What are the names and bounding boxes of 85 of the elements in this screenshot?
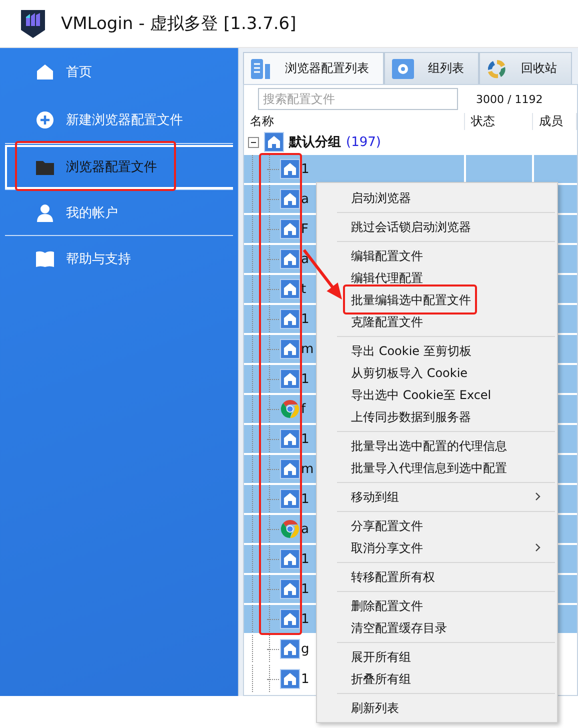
menu-item[interactable]: 转移配置所有权 (319, 566, 555, 588)
chrome-icon (280, 399, 300, 419)
column-header[interactable]: 成员 (533, 113, 577, 130)
sidebar-item[interactable]: 浏览器配置文件 (5, 145, 233, 189)
profile-icon (280, 609, 300, 629)
menu-item[interactable]: 导出 Cookie 至剪切板 (319, 340, 555, 362)
profile-name: m (301, 462, 314, 476)
menu-item[interactable]: 启动浏览器 (319, 187, 555, 209)
menu-item[interactable]: 导出选中 Cookie至 Excel (319, 384, 555, 406)
list-icon (251, 58, 271, 80)
menu-item[interactable]: 批量导入代理信息到选中配置 (319, 457, 555, 479)
window-title: VMLogin - 虚拟多登 [1.3.7.6] (61, 13, 296, 35)
menu-item[interactable]: 删除配置文件 (319, 595, 555, 617)
column-header[interactable]: 名称 (244, 113, 465, 130)
profile-name: 1 (301, 162, 310, 176)
home-icon (36, 62, 54, 80)
sidebar-item[interactable]: 我的帐户 (5, 191, 233, 235)
profile-name: 1 (301, 612, 310, 626)
menu-item[interactable]: 批量导出选中配置的代理信息 (319, 435, 555, 457)
menu-item[interactable]: 编辑代理配置 (319, 267, 555, 289)
collapse-toggle[interactable] (248, 136, 259, 148)
profile-name: g (301, 642, 310, 656)
profile-name: m (301, 342, 314, 356)
sidebar-item[interactable]: 帮助与支持 (5, 237, 233, 281)
profile-icon (280, 249, 300, 269)
gear-icon (392, 58, 414, 78)
profile-icon (280, 309, 300, 329)
menu-item[interactable]: 克隆配置文件 (319, 311, 555, 333)
group-name: 默认分组 (289, 134, 341, 152)
menu-item[interactable]: 从剪切板导入 Cookie (319, 362, 555, 384)
column-header[interactable]: 状态 (465, 113, 533, 130)
sidebar-item[interactable]: 首页 (5, 48, 233, 95)
profile-icon (280, 429, 300, 449)
search-field[interactable]: 搜索配置文件 (258, 88, 458, 110)
profile-name: F (301, 222, 308, 236)
user-icon (36, 204, 54, 222)
sidebar-item[interactable]: 新建浏览器配置文件 (5, 96, 233, 143)
menu-item[interactable]: 移动到组 (319, 486, 555, 508)
menu-item[interactable]: 展开所有组 (319, 646, 555, 668)
profile-icon (280, 549, 300, 569)
profile-name: t (301, 282, 306, 296)
profile-icon (280, 159, 300, 179)
profile-name: 1 (301, 432, 310, 446)
profile-name: 1 (301, 672, 310, 686)
menu-item[interactable]: 批量编辑选中配置文件 (319, 289, 555, 311)
tab[interactable]: 浏览器配置列表 (243, 52, 384, 84)
app-logo-icon (20, 8, 46, 38)
profile-icon (280, 579, 300, 599)
menu-item[interactable]: 分享配置文件 (319, 515, 555, 537)
book-icon (36, 251, 54, 267)
profile-icon (280, 279, 300, 299)
chrome-icon (280, 519, 300, 539)
profile-name: a (301, 522, 309, 536)
profile-name: a (301, 252, 309, 266)
profile-icon (280, 219, 300, 239)
annotation-arrow (302, 249, 342, 300)
profile-count: 3000 / 1192 (476, 92, 543, 106)
profile-name: a (301, 192, 309, 206)
recycle-icon (487, 58, 507, 78)
menu-item[interactable]: 上传同步数据到服务器 (319, 406, 555, 428)
profile-icon (280, 459, 300, 479)
profile-icon (280, 639, 300, 659)
folder-icon (36, 159, 54, 175)
menu-item[interactable]: 清空配置缓存目录 (319, 617, 555, 639)
menu-item[interactable]: 折叠所有组 (319, 668, 555, 690)
plus-icon (36, 110, 54, 128)
profile-icon (280, 189, 300, 209)
profile-icon (280, 489, 300, 509)
menu-item[interactable]: 跳过会话锁启动浏览器 (319, 216, 555, 238)
table-row[interactable]: 1 (244, 155, 577, 185)
profile-name: 1 (301, 312, 310, 326)
profile-name: 1 (301, 582, 310, 596)
profile-name: 1 (301, 552, 310, 566)
profile-name: 1 (301, 372, 310, 386)
tab[interactable]: 组列表 (384, 52, 479, 84)
group-count: (197) (346, 134, 381, 150)
profile-icon (280, 669, 300, 689)
profile-name: 1 (301, 492, 310, 506)
menu-item[interactable]: 编辑配置文件 (319, 245, 555, 267)
profile-icon (280, 339, 300, 359)
tab[interactable]: 回收站 (479, 52, 572, 84)
profile-icon (280, 369, 300, 389)
profile-name: f (301, 402, 306, 416)
menu-item[interactable]: 刷新列表 (319, 697, 555, 719)
menu-item[interactable]: 取消分享文件 (319, 537, 555, 559)
